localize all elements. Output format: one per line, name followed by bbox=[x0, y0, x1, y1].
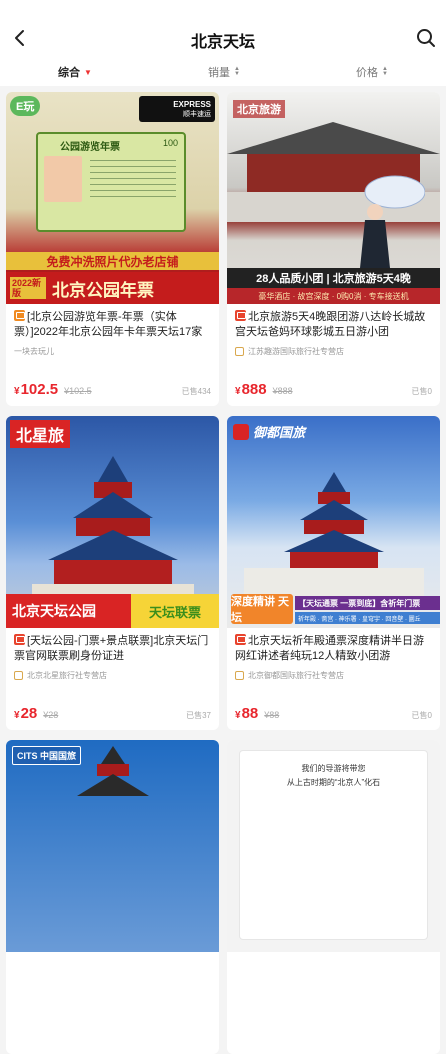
deep-tour-tag: 深度精讲 天坛 bbox=[231, 594, 293, 624]
shop-name[interactable]: 北京北星旅行社专营店 bbox=[14, 670, 211, 681]
product-card[interactable]: 北京旅游 28人品质小团 | 北京旅游5天4晚 豪华酒店 · 故宫深度 · 0购… bbox=[227, 92, 440, 406]
promo-banner: 免费冲洗照片代办老店铺 bbox=[6, 252, 219, 270]
tour-icon bbox=[235, 310, 246, 321]
sold-count: 已售434 bbox=[181, 387, 211, 396]
original-price: ¥102.5 bbox=[64, 386, 92, 396]
brand-seal-icon bbox=[233, 423, 249, 440]
tour-subline: 豪华酒店 · 故宫深度 · 0购0消 · 专车接送机 bbox=[227, 288, 440, 304]
park-headline: 北京天坛公园 bbox=[6, 594, 131, 628]
year-label: 2022新版 bbox=[10, 277, 46, 299]
original-price: ¥88 bbox=[264, 710, 280, 720]
original-price: ¥888 bbox=[272, 386, 293, 396]
ticket-icon bbox=[14, 310, 25, 321]
sort-comprehensive[interactable]: 综合 ▼ bbox=[58, 64, 92, 80]
product-image: CITS 中国国旅 bbox=[6, 740, 219, 952]
photo-placeholder bbox=[44, 156, 82, 202]
shop-name-text: 北京御都国际旅行社专营店 bbox=[248, 671, 344, 680]
sort-comprehensive-label: 综合 bbox=[58, 67, 81, 79]
product-title-text: 北京旅游5天4晚跟团游八达岭长城故宫天坛爸妈环球影城五日游小团 bbox=[235, 311, 426, 338]
product-title: [天坛公园-门票+景点联票]北京天坛门票官网联票刷身份证进 bbox=[14, 634, 211, 664]
product-title: 北京天坛祈年殿通票深度精讲半日游网红讲述者纯玩12人精致小团游 bbox=[235, 634, 432, 664]
shop-name-text: 一块去玩儿 bbox=[14, 347, 54, 356]
express-label: EXPRESS bbox=[173, 99, 211, 109]
product-image: 御都国旅 深度精讲 天坛 【天坛通票 一票到底】含祈年门票 祈年殿 · 斋宫 ·… bbox=[227, 416, 440, 628]
temple-of-heaven-illustration bbox=[243, 472, 424, 596]
intro-text: 我们的导游将带您 从上古时期的“北京人”化石 bbox=[257, 762, 410, 790]
product-card[interactable]: 御都国旅 深度精讲 天坛 【天坛通票 一票到底】含祈年门票 祈年殿 · 斋宫 ·… bbox=[227, 416, 440, 730]
sold-count: 已售0 bbox=[411, 387, 432, 396]
price-row: ¥28 ¥28 已售37 bbox=[14, 705, 211, 722]
product-image: E玩 EXPRESS 顺丰速运 公园游览年票 100 免费冲洗照片代办老店铺 2… bbox=[6, 92, 219, 304]
product-grid: E玩 EXPRESS 顺丰速运 公园游览年票 100 免费冲洗照片代办老店铺 2… bbox=[6, 92, 440, 1054]
price: ¥102.5 bbox=[14, 381, 59, 398]
combo-ticket-tag: 天坛联票 bbox=[131, 594, 219, 628]
card-lines bbox=[90, 160, 176, 200]
tour-icon bbox=[235, 634, 246, 645]
original-price: ¥28 bbox=[43, 710, 59, 720]
shop-name-text: 江苏趣游国际旅行社专营店 bbox=[248, 347, 344, 356]
store-icon bbox=[235, 347, 244, 356]
price: ¥28 bbox=[14, 705, 38, 722]
product-image: 北星旅 北京天坛公园 天坛联票 bbox=[6, 416, 219, 628]
store-icon bbox=[235, 671, 244, 680]
page-title: 北京天坛 bbox=[190, 34, 255, 51]
price-value: 88 bbox=[241, 705, 259, 722]
price-value: 888 bbox=[241, 381, 267, 398]
shop-name[interactable]: 江苏趣游国际旅行社专营店 bbox=[235, 346, 432, 357]
ticket-icon bbox=[14, 634, 25, 645]
sort-sales[interactable]: 销量 ▲ ▼ bbox=[208, 64, 240, 80]
sort-bar: 综合 ▼ 销量 ▲ ▼ 价格 ▲ ▼ bbox=[0, 58, 446, 86]
product-card[interactable]: 北星旅 北京天坛公园 天坛联票 [天坛公园-门票+景点联票]北京天坛门票官网联票… bbox=[6, 416, 219, 730]
chevron-down-icon: ▼ bbox=[84, 67, 92, 77]
product-title: [北京公园游览年票-年票（实体票）]2022年北京公园年卡年票天坛17家 bbox=[14, 310, 211, 340]
price-value: 102.5 bbox=[20, 381, 59, 398]
product-card[interactable]: 我们的导游将带您 从上古时期的“北京人”化石 bbox=[227, 740, 440, 1054]
intro-line-2: 从上古时期的“北京人”化石 bbox=[286, 778, 381, 787]
tour-headline: 28人品质小团 | 北京旅游5天4晚 bbox=[227, 268, 440, 288]
express-badge: EXPRESS 顺丰速运 bbox=[139, 96, 215, 122]
product-card[interactable]: E玩 EXPRESS 顺丰速运 公园游览年票 100 免费冲洗照片代办老店铺 2… bbox=[6, 92, 219, 406]
price-row: ¥102.5 ¥102.5 已售434 bbox=[14, 381, 211, 398]
ticket-headline: 【天坛通票 一票到底】含祈年门票 bbox=[295, 596, 440, 610]
annual-card-number: 100 bbox=[162, 138, 178, 148]
product-card[interactable]: CITS 中国国旅 bbox=[6, 740, 219, 1054]
product-title-text: [天坛公园-门票+景点联票]北京天坛门票官网联票刷身份证进 bbox=[14, 635, 209, 662]
price: ¥88 bbox=[235, 705, 259, 722]
intro-line-1: 我们的导游将带您 bbox=[301, 764, 366, 773]
headline-label: 北京公园年票 bbox=[52, 280, 154, 300]
annual-card: 公园游览年票 100 bbox=[36, 132, 186, 232]
shop-name-text: 北京北星旅行社专营店 bbox=[27, 671, 107, 680]
sort-updown-icon: ▲ ▼ bbox=[233, 66, 240, 77]
product-image: 我们的导游将带您 从上古时期的“北京人”化石 bbox=[227, 740, 440, 952]
product-title-text: [北京公园游览年票-年票（实体票）]2022年北京公园年卡年票天坛17家 bbox=[14, 311, 203, 338]
store-icon bbox=[14, 671, 23, 680]
brand-logo: 北星旅 bbox=[10, 420, 71, 448]
sold-count: 已售0 bbox=[411, 711, 432, 720]
search-icon[interactable] bbox=[414, 26, 438, 50]
product-image: 北京旅游 28人品质小团 | 北京旅游5天4晚 豪华酒店 · 故宫深度 · 0购… bbox=[227, 92, 440, 304]
price-value: 28 bbox=[20, 705, 38, 722]
product-title-text: 北京天坛祈年殿通票深度精讲半日游网红讲述者纯玩12人精致小团游 bbox=[235, 635, 424, 662]
brand-name: 御都国旅 bbox=[253, 425, 306, 440]
brand-tag: E玩 bbox=[10, 96, 41, 116]
sort-updown-icon: ▲ ▼ bbox=[381, 66, 388, 77]
sort-price[interactable]: 价格 ▲ ▼ bbox=[356, 64, 388, 80]
product-title: 北京旅游5天4晚跟团游八达岭长城故宫天坛爸妈环球影城五日游小团 bbox=[235, 310, 432, 340]
brand-logo: 御都国旅 bbox=[233, 422, 305, 441]
sort-sales-label: 销量 bbox=[207, 67, 230, 79]
temple-illustration bbox=[76, 746, 149, 796]
express-sub: 顺丰速运 bbox=[183, 110, 211, 118]
ticket-subline: 祈年殿 · 斋宫 · 神乐署 · 皇穹宇 · 回音壁 · 圜丘 bbox=[295, 612, 440, 624]
price-row: ¥888 ¥888 已售0 bbox=[235, 381, 432, 398]
sort-price-label: 价格 bbox=[355, 67, 378, 79]
annual-card-title: 公园游览年票 bbox=[60, 142, 120, 153]
shop-name[interactable]: 一块去玩儿 bbox=[14, 346, 211, 357]
year-headline-banner: 2022新版 北京公园年票 bbox=[6, 272, 219, 304]
temple-of-heaven-illustration bbox=[31, 456, 194, 602]
price-row: ¥88 ¥88 已售0 bbox=[235, 705, 432, 722]
price: ¥888 bbox=[235, 381, 267, 398]
sold-count: 已售37 bbox=[186, 711, 211, 720]
shop-name[interactable]: 北京御都国际旅行社专营店 bbox=[235, 670, 432, 681]
